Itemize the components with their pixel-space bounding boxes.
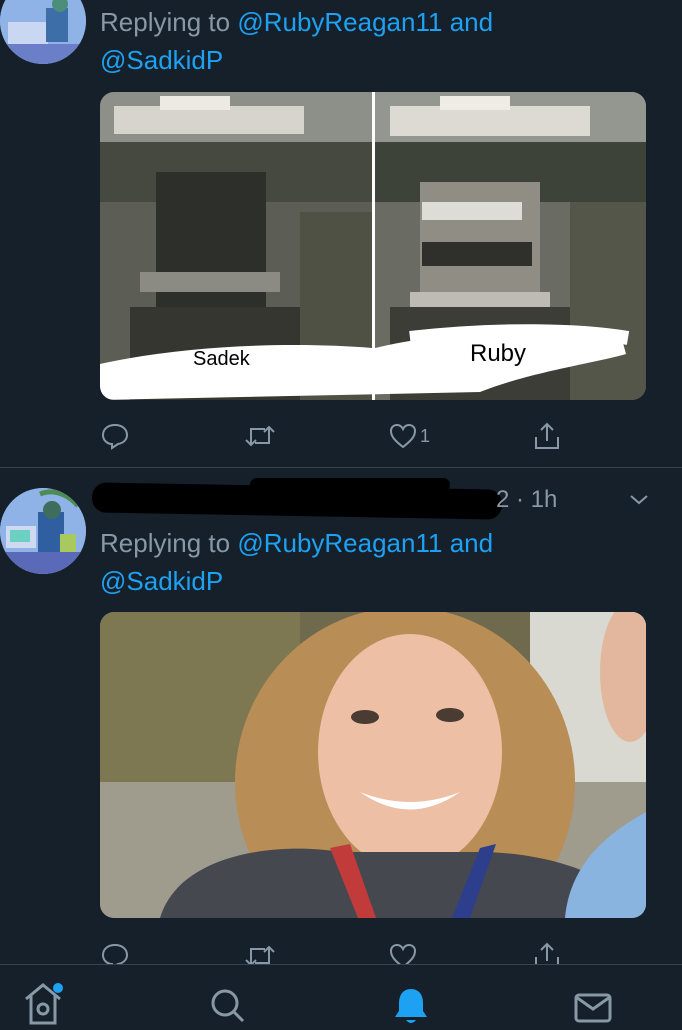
notifications-icon [395, 989, 427, 1023]
tweet-media-image[interactable] [100, 612, 646, 918]
reply-icon [101, 423, 129, 450]
search-icon [211, 989, 245, 1023]
reply-joiner: and [449, 528, 494, 558]
redacted-name-scribble [250, 478, 450, 492]
tab-search[interactable] [202, 975, 252, 1025]
reply-handle-link[interactable]: @SadkidP [100, 566, 223, 596]
chevron-down-icon [630, 495, 648, 505]
tweet-media-image[interactable]: Sadek Ruby [100, 92, 646, 400]
retweet-button[interactable] [243, 418, 277, 454]
portrait-photo [100, 612, 646, 918]
retweet-icon [245, 425, 275, 447]
tab-home[interactable] [18, 975, 68, 1025]
share-button[interactable] [532, 418, 562, 454]
reply-button[interactable] [100, 418, 130, 454]
tweet-timestamp: 2 · 1h [496, 486, 558, 513]
reply-prefix: Replying to [100, 528, 231, 558]
image-label-right: Ruby [470, 340, 527, 367]
heart-icon [389, 423, 417, 449]
like-count: 1 [420, 425, 431, 446]
reply-handle-link[interactable]: @RubyReagan11 [237, 7, 442, 37]
reply-context: Replying to @RubyReagan11 and @SadkidP [100, 524, 493, 600]
tweet-options-button[interactable] [626, 490, 652, 510]
avatar[interactable] [0, 488, 86, 574]
tweet-actions: 1 [100, 418, 570, 454]
tab-notifications[interactable] [386, 975, 436, 1025]
share-icon [535, 422, 559, 449]
tweet-2[interactable]: 2 · 1h Replying to @RubyReagan11 and @Sa… [0, 468, 682, 970]
messages-icon [574, 993, 612, 1023]
home-icon [25, 983, 63, 1025]
reply-context: Replying to @RubyReagan11 and @SadkidP [100, 3, 493, 79]
crowd-comparison-image [100, 92, 646, 400]
like-button[interactable]: 1 [388, 418, 430, 454]
avatar[interactable] [0, 0, 86, 64]
tweet-1[interactable]: Replying to @RubyReagan11 and @SadkidP S… [0, 0, 682, 468]
tab-messages[interactable] [568, 975, 618, 1025]
image-label-left: Sadek [193, 348, 250, 370]
reply-handle-link[interactable]: @RubyReagan11 [237, 528, 442, 558]
reply-handle-link[interactable]: @SadkidP [100, 45, 223, 75]
reply-prefix: Replying to [100, 7, 231, 37]
bottom-tab-bar [0, 964, 682, 1025]
reply-joiner: and [449, 7, 494, 37]
